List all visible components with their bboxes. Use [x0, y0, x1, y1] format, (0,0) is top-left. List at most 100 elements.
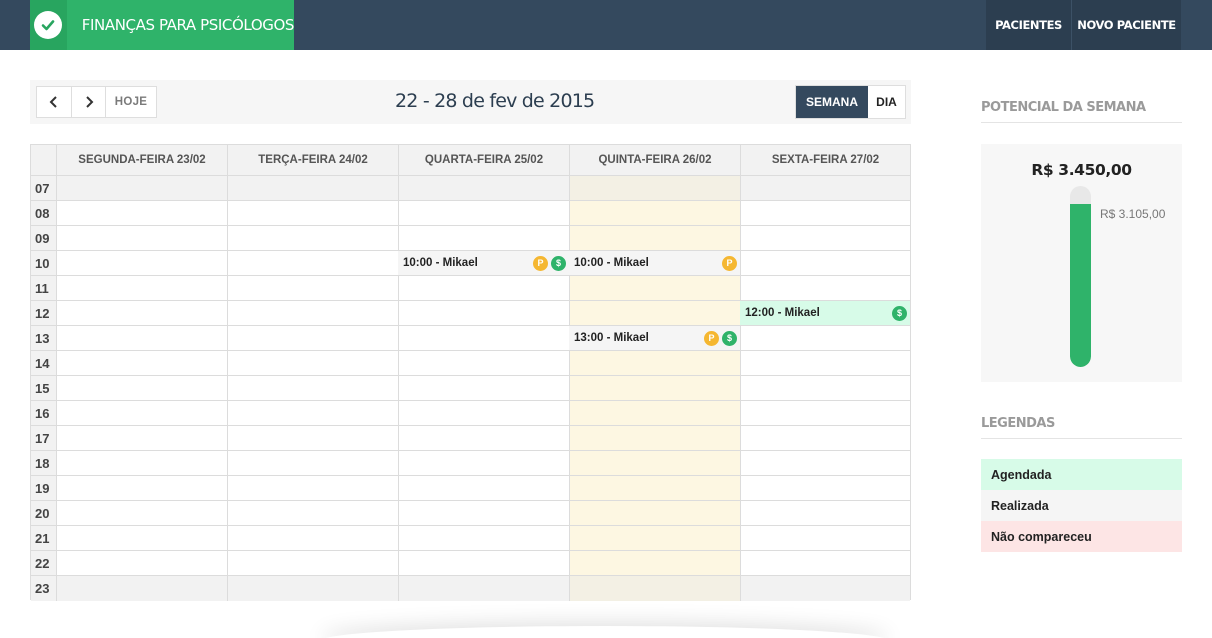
- time-slot[interactable]: [227, 276, 398, 301]
- time-slot[interactable]: [398, 526, 569, 551]
- time-slot[interactable]: [569, 576, 740, 601]
- time-slot[interactable]: [56, 201, 227, 226]
- time-slot[interactable]: [227, 401, 398, 426]
- time-slot[interactable]: [740, 501, 910, 526]
- time-slot[interactable]: [569, 301, 740, 326]
- time-slot[interactable]: [740, 551, 910, 576]
- time-slot[interactable]: [740, 351, 910, 376]
- time-slot[interactable]: [398, 401, 569, 426]
- time-slot[interactable]: [398, 501, 569, 526]
- paid-dollar-icon[interactable]: $: [892, 305, 907, 321]
- time-slot[interactable]: [227, 476, 398, 501]
- paid-dollar-icon[interactable]: $: [551, 255, 566, 271]
- time-slot[interactable]: [740, 326, 910, 351]
- payment-pending-icon[interactable]: P: [704, 330, 719, 346]
- time-slot[interactable]: [398, 551, 569, 576]
- time-slot[interactable]: [56, 276, 227, 301]
- time-slot[interactable]: [227, 201, 398, 226]
- time-slot[interactable]: [227, 251, 398, 276]
- time-slot[interactable]: [56, 476, 227, 501]
- time-slot[interactable]: [398, 326, 569, 351]
- payment-pending-icon[interactable]: P: [722, 255, 737, 271]
- view-day-button[interactable]: DIA: [868, 86, 905, 118]
- time-slot[interactable]: [740, 376, 910, 401]
- time-slot[interactable]: [740, 226, 910, 251]
- time-slot[interactable]: [227, 526, 398, 551]
- time-slot[interactable]: [56, 301, 227, 326]
- time-slot[interactable]: [569, 501, 740, 526]
- time-slot[interactable]: [740, 576, 910, 601]
- time-slot[interactable]: [398, 201, 569, 226]
- time-slot[interactable]: [227, 501, 398, 526]
- time-slot[interactable]: [227, 451, 398, 476]
- time-slot[interactable]: [56, 376, 227, 401]
- nav-novo-paciente-link[interactable]: NOVO PACIENTE: [1071, 0, 1181, 50]
- time-slot[interactable]: [227, 326, 398, 351]
- time-slot[interactable]: [569, 426, 740, 451]
- time-slot[interactable]: [569, 551, 740, 576]
- time-slot[interactable]: [569, 176, 740, 201]
- time-slot[interactable]: [740, 426, 910, 451]
- time-slot[interactable]: [569, 476, 740, 501]
- today-button[interactable]: HOJE: [105, 87, 156, 117]
- time-slot[interactable]: [398, 276, 569, 301]
- time-slot[interactable]: [569, 201, 740, 226]
- time-slot[interactable]: [398, 226, 569, 251]
- time-slot[interactable]: [227, 551, 398, 576]
- time-slot[interactable]: [227, 376, 398, 401]
- time-slot[interactable]: [398, 176, 569, 201]
- time-slot[interactable]: [740, 401, 910, 426]
- time-slot[interactable]: [227, 226, 398, 251]
- time-slot[interactable]: [398, 476, 569, 501]
- time-slot[interactable]: [398, 376, 569, 401]
- time-slot[interactable]: [740, 526, 910, 551]
- time-slot[interactable]: [569, 376, 740, 401]
- time-slot[interactable]: [227, 176, 398, 201]
- time-slot[interactable]: [56, 551, 227, 576]
- appointment-event[interactable]: 13:00 - Mikael P $: [569, 326, 740, 351]
- time-slot[interactable]: [56, 526, 227, 551]
- time-slot[interactable]: [740, 276, 910, 301]
- time-slot[interactable]: [398, 451, 569, 476]
- appointment-badges: P $: [533, 255, 566, 271]
- time-slot[interactable]: [56, 226, 227, 251]
- time-slot[interactable]: [56, 351, 227, 376]
- time-slot[interactable]: [569, 351, 740, 376]
- appointment-event[interactable]: 10:00 - Mikael P $: [398, 251, 569, 276]
- time-slot[interactable]: [227, 301, 398, 326]
- time-slot[interactable]: [569, 276, 740, 301]
- time-slot[interactable]: [56, 401, 227, 426]
- time-slot[interactable]: [740, 176, 910, 201]
- time-slot[interactable]: [227, 351, 398, 376]
- time-slot[interactable]: [56, 451, 227, 476]
- time-slot[interactable]: [740, 451, 910, 476]
- time-slot[interactable]: [398, 426, 569, 451]
- payment-pending-icon[interactable]: P: [533, 255, 548, 271]
- time-slot[interactable]: [56, 576, 227, 601]
- view-week-button[interactable]: SEMANA: [796, 86, 868, 118]
- time-slot[interactable]: [398, 576, 569, 601]
- time-slot[interactable]: [56, 426, 227, 451]
- time-slot[interactable]: [56, 176, 227, 201]
- prev-week-button[interactable]: [37, 87, 71, 117]
- time-slot[interactable]: [569, 526, 740, 551]
- time-slot[interactable]: [569, 401, 740, 426]
- time-slot[interactable]: [740, 476, 910, 501]
- time-slot[interactable]: [56, 501, 227, 526]
- brand[interactable]: FINANÇAS PARA PSICÓLOGOS: [30, 0, 294, 50]
- time-slot[interactable]: [398, 301, 569, 326]
- nav-pacientes-link[interactable]: PACIENTES: [986, 0, 1071, 50]
- time-slot[interactable]: [227, 576, 398, 601]
- time-slot[interactable]: [569, 451, 740, 476]
- appointment-event[interactable]: 10:00 - Mikael P: [569, 251, 740, 276]
- time-slot[interactable]: [740, 201, 910, 226]
- time-slot[interactable]: [569, 226, 740, 251]
- time-slot[interactable]: [227, 426, 398, 451]
- time-slot[interactable]: [398, 351, 569, 376]
- next-week-button[interactable]: [71, 87, 105, 117]
- time-slot[interactable]: [56, 251, 227, 276]
- time-slot[interactable]: [740, 251, 910, 276]
- paid-dollar-icon[interactable]: $: [722, 330, 737, 346]
- time-slot[interactable]: [56, 326, 227, 351]
- appointment-event[interactable]: 12:00 - Mikael $: [740, 301, 910, 326]
